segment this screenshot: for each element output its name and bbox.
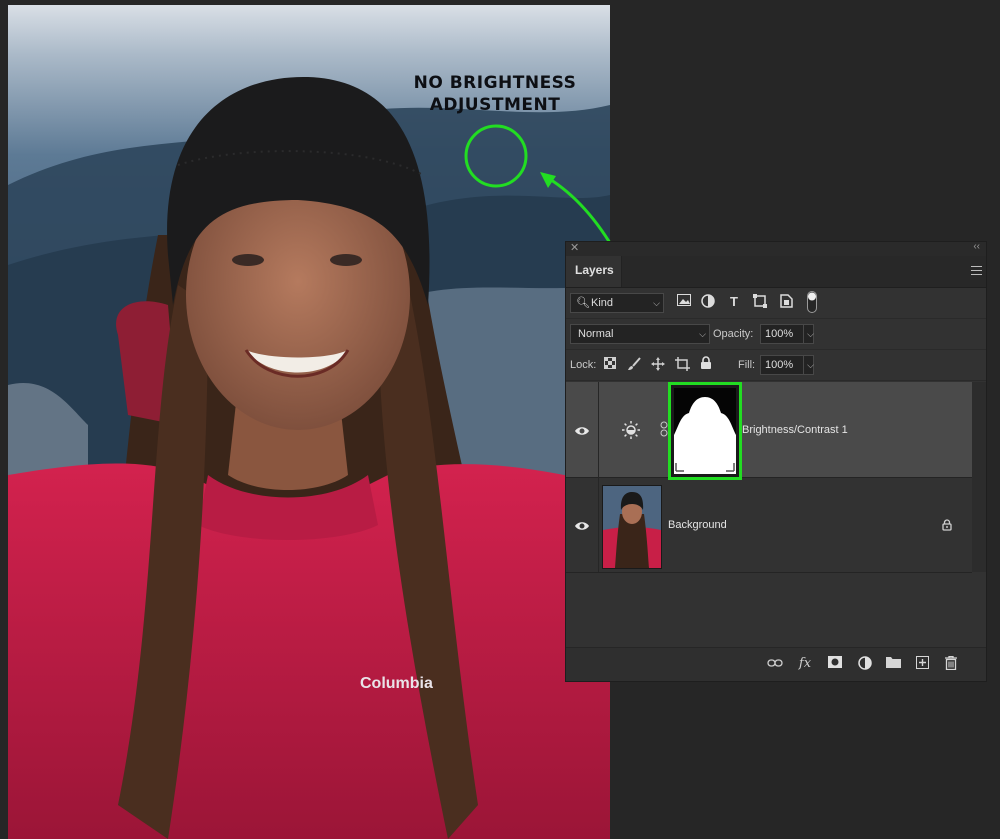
chevron-down-icon: ⌵: [653, 298, 660, 308]
delete-layer-icon[interactable]: [943, 655, 959, 672]
opacity-value: 100%: [765, 328, 794, 340]
shape-filter-icon[interactable]: [752, 294, 768, 310]
adjustment-filter-icon[interactable]: [700, 294, 716, 310]
layer-name[interactable]: Background: [668, 519, 727, 531]
lock-paint-icon[interactable]: [626, 357, 642, 373]
layer-separator: [598, 382, 599, 477]
layer-style-icon[interactable]: fx: [797, 656, 813, 672]
lock-position-icon[interactable]: [650, 357, 666, 373]
new-group-icon[interactable]: [885, 656, 901, 672]
lock-artboard-icon[interactable]: [674, 357, 690, 373]
layer-name[interactable]: Brightness/Contrast 1: [742, 424, 848, 436]
lock-transparent-icon[interactable]: [602, 357, 618, 373]
layer-row-brightness-contrast[interactable]: Brightness/Contrast 1: [566, 382, 972, 480]
new-adjustment-icon[interactable]: [857, 656, 873, 672]
filter-toggle-icon[interactable]: [804, 291, 820, 313]
blend-row: Normal ⌵ Opacity: 100% ⌵: [566, 319, 986, 350]
new-layer-icon[interactable]: [914, 656, 930, 672]
opacity-label: Opacity:: [713, 328, 754, 340]
layer-row-background[interactable]: Background: [566, 477, 972, 573]
chevron-down-icon: ⌵: [699, 329, 706, 339]
brightness-adjustment-icon: [622, 421, 640, 444]
panel-footer: fx: [566, 647, 986, 681]
visibility-eye-icon[interactable]: [574, 519, 590, 531]
tab-layers[interactable]: Layers: [566, 256, 622, 287]
kind-filter-label: Kind: [591, 297, 614, 309]
close-icon[interactable]: ✕: [570, 241, 579, 254]
layer-mask-thumbnail[interactable]: [668, 382, 742, 480]
opacity-input[interactable]: 100% ⌵: [760, 324, 814, 344]
panel-titlebar: ✕ ‹‹: [566, 241, 986, 256]
collapse-icon[interactable]: ‹‹: [973, 241, 980, 252]
layers-panel: ✕ ‹‹ Layers 🔍︎ Kind ⌵ T Normal ⌵ Opacity…: [565, 241, 987, 682]
smart-object-filter-icon[interactable]: [778, 294, 794, 310]
search-icon: 🔍︎: [576, 297, 590, 309]
canvas-area: Columbia NO BRIGHTNESS ADJUSTMENT ✕ ‹‹ L…: [0, 0, 1000, 839]
fill-value: 100%: [765, 359, 794, 371]
fill-input[interactable]: 100% ⌵: [760, 355, 814, 375]
layers-scrollbar[interactable]: [972, 382, 986, 572]
panel-menu-icon[interactable]: [971, 266, 982, 275]
lock-label: Lock:: [570, 359, 597, 371]
visibility-eye-icon[interactable]: [574, 424, 590, 436]
type-filter-icon[interactable]: T: [726, 294, 742, 310]
annotation-circle: [464, 124, 528, 188]
fill-dropdown-icon[interactable]: ⌵: [803, 356, 814, 374]
filter-row: 🔍︎ Kind ⌵ T: [566, 288, 986, 319]
lock-all-icon[interactable]: [698, 356, 714, 372]
opacity-dropdown-icon[interactable]: ⌵: [803, 325, 814, 343]
blend-mode-select[interactable]: Normal ⌵: [570, 324, 710, 344]
add-mask-icon[interactable]: [827, 656, 843, 672]
panel-tabbar: Layers: [566, 256, 986, 288]
layers-list: Brightness/Contrast 1 Background: [566, 382, 986, 573]
image-filter-icon[interactable]: [676, 294, 692, 310]
layer-lock-icon[interactable]: [942, 518, 952, 536]
fill-label: Fill:: [738, 359, 756, 371]
kind-filter-select[interactable]: 🔍︎ Kind ⌵: [570, 293, 664, 313]
blend-mode-value: Normal: [578, 328, 614, 340]
link-layers-icon[interactable]: [767, 656, 783, 672]
mask-link-icon[interactable]: [660, 421, 668, 442]
background-thumbnail: [602, 485, 662, 569]
lock-row: Lock: Fill: 100% ⌵: [566, 350, 986, 381]
layer-separator: [598, 477, 599, 572]
